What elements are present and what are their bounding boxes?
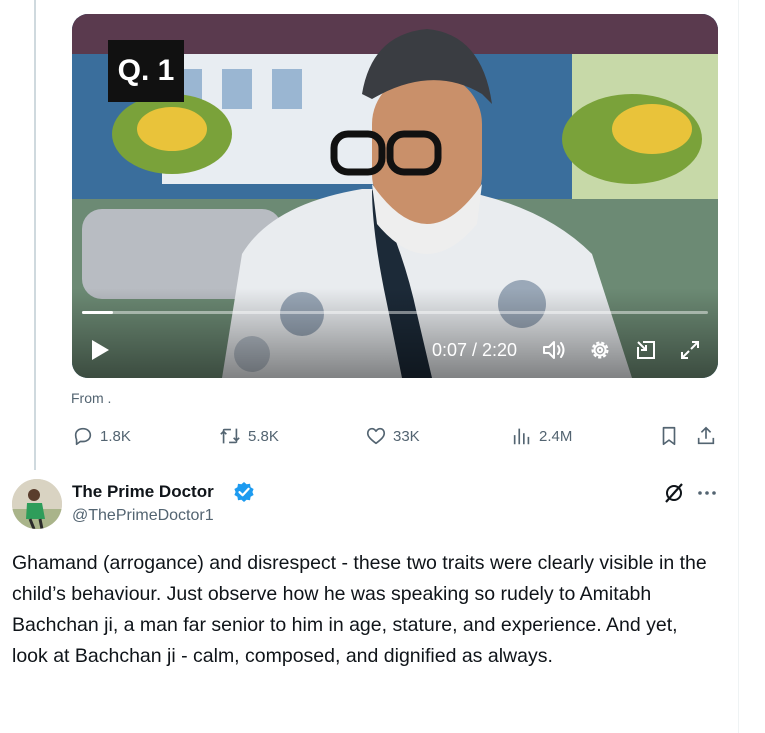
- controls-gradient: [72, 288, 718, 378]
- share-button[interactable]: [695, 425, 717, 447]
- settings-icon: [591, 341, 609, 359]
- views-button[interactable]: 2.4M: [511, 425, 572, 447]
- pip-icon: [637, 341, 655, 359]
- video-progress-bar[interactable]: [82, 311, 708, 314]
- share-icon: [697, 426, 715, 445]
- reply-count: 1.8K: [100, 427, 131, 445]
- picture-in-picture-button[interactable]: [632, 336, 660, 364]
- views-count: 2.4M: [539, 427, 573, 445]
- question-badge: Q. 1: [108, 40, 184, 102]
- bookmark-button[interactable]: [658, 425, 680, 447]
- grok-icon[interactable]: [662, 481, 686, 505]
- play-button[interactable]: [86, 336, 114, 364]
- like-icon: [366, 427, 386, 445]
- reply-icon: [74, 427, 92, 446]
- repost-icon: [220, 428, 240, 444]
- volume-button[interactable]: [540, 336, 568, 364]
- author-display-name[interactable]: The Prime Doctor: [72, 482, 214, 502]
- column-border: [738, 0, 739, 733]
- video-progress-fill: [82, 311, 114, 314]
- from-attribution[interactable]: From .: [71, 390, 111, 406]
- author-handle[interactable]: @ThePrimeDoctor1: [72, 507, 214, 525]
- reply-button[interactable]: 1.8K: [72, 425, 131, 447]
- settings-button[interactable]: [586, 336, 614, 364]
- avatar[interactable]: [12, 479, 62, 529]
- like-button[interactable]: 33K: [365, 425, 420, 447]
- fullscreen-button[interactable]: [676, 336, 704, 364]
- play-icon: [92, 340, 109, 360]
- verified-icon: [233, 481, 255, 503]
- avatar-image: [12, 479, 62, 529]
- views-icon: [513, 428, 530, 445]
- more-icon[interactable]: [695, 481, 719, 505]
- repost-count: 5.8K: [248, 427, 279, 445]
- thread-line: [34, 0, 36, 470]
- video-timecode: 0:07 / 2:20: [432, 340, 518, 360]
- bookmark-icon: [662, 426, 676, 446]
- volume-icon: [543, 341, 565, 359]
- post-text: Ghamand (arrogance) and disrespect - the…: [12, 552, 707, 667]
- fullscreen-icon: [681, 341, 699, 359]
- video-player[interactable]: Q. 1 0:07 / 2:20: [72, 14, 718, 378]
- like-count: 33K: [393, 427, 420, 445]
- repost-button[interactable]: 5.8K: [218, 425, 279, 447]
